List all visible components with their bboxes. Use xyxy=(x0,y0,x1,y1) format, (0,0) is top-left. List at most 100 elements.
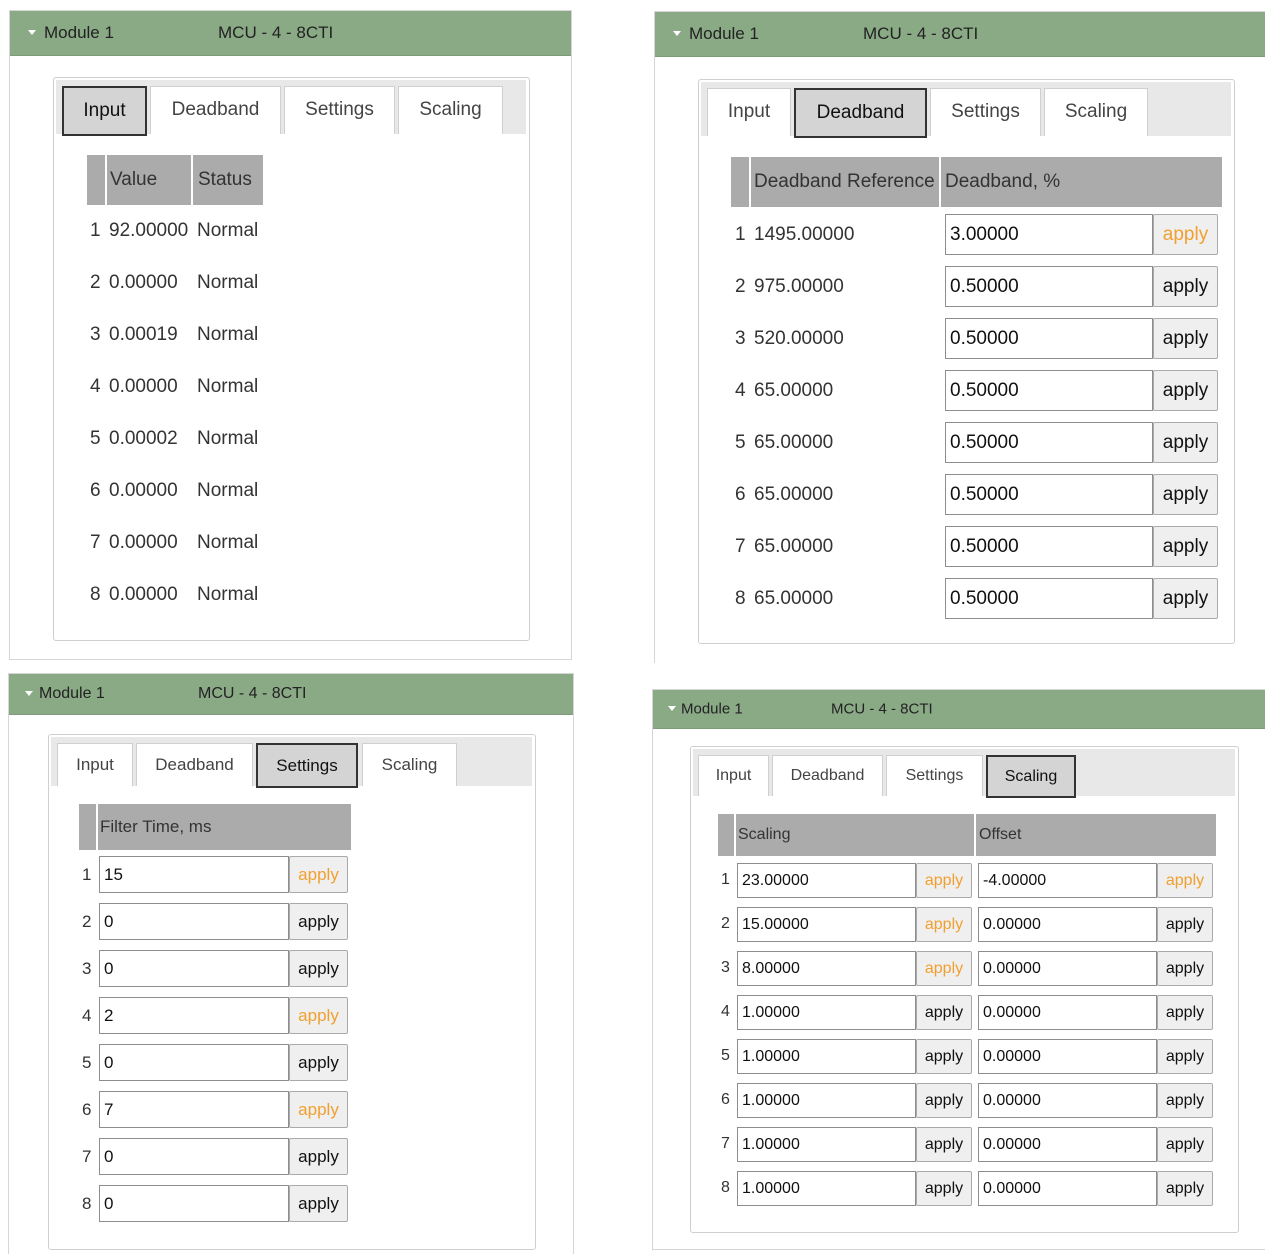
module-header[interactable]: Module 1 MCU - 4 - 8CTI xyxy=(653,690,1265,729)
tab-deadband[interactable]: Deadband xyxy=(150,86,281,134)
offset-input[interactable] xyxy=(978,907,1157,942)
scaling-input[interactable] xyxy=(737,863,916,898)
deadband-input[interactable] xyxy=(945,266,1153,307)
offset-apply-button[interactable]: apply xyxy=(1157,1127,1213,1162)
scaling-apply-button[interactable]: apply xyxy=(916,995,972,1030)
apply-button[interactable]: apply xyxy=(289,903,348,940)
scaling-input[interactable] xyxy=(737,1083,916,1118)
apply-button[interactable]: apply xyxy=(1153,526,1218,567)
offset-apply-button[interactable]: apply xyxy=(1157,863,1213,898)
scaling-input[interactable] xyxy=(737,1171,916,1206)
offset-input[interactable] xyxy=(978,863,1157,898)
scaling-input[interactable] xyxy=(737,1039,916,1074)
tab-settings[interactable]: Settings xyxy=(284,86,395,134)
tab-deadband[interactable]: Deadband xyxy=(136,743,253,786)
apply-button[interactable]: apply xyxy=(289,997,348,1034)
apply-button[interactable]: apply xyxy=(289,950,348,987)
caret-down-icon[interactable] xyxy=(668,706,676,711)
module-header[interactable]: Module 1 MCU - 4 - 8CTI xyxy=(10,11,571,56)
device-name: MCU - 4 - 8CTI xyxy=(863,24,979,43)
scaling-input[interactable] xyxy=(737,907,916,942)
offset-apply-button[interactable]: apply xyxy=(1157,951,1213,986)
deadband-input[interactable] xyxy=(945,422,1153,463)
scaling-input[interactable] xyxy=(737,1127,916,1162)
tab-deadband[interactable]: Deadband xyxy=(794,88,927,138)
filter-time-input[interactable] xyxy=(99,1091,289,1128)
row-number: 3 xyxy=(735,328,746,349)
scaling-apply-button[interactable]: apply xyxy=(916,951,972,986)
tab-settings[interactable]: Settings xyxy=(256,743,358,788)
scaling-apply-button[interactable]: apply xyxy=(916,1083,972,1118)
offset-input[interactable] xyxy=(978,1083,1157,1118)
device-name: MCU - 4 - 8CTI xyxy=(831,700,933,718)
offset-apply-button[interactable]: apply xyxy=(1157,995,1213,1030)
offset-input[interactable] xyxy=(978,995,1157,1030)
apply-button[interactable]: apply xyxy=(289,856,348,893)
tab-scaling[interactable]: Scaling xyxy=(1044,88,1148,136)
filter-time-input[interactable] xyxy=(99,1138,289,1175)
offset-apply-button[interactable]: apply xyxy=(1157,1083,1213,1118)
offset-input[interactable] xyxy=(978,951,1157,986)
filter-time-input[interactable] xyxy=(99,856,289,893)
scaling-apply-button[interactable]: apply xyxy=(916,907,972,942)
scaling-apply-button[interactable]: apply xyxy=(916,1039,972,1074)
row-status: Normal xyxy=(197,532,259,553)
apply-button[interactable]: apply xyxy=(289,1044,348,1081)
apply-button[interactable]: apply xyxy=(1153,214,1218,255)
offset-input[interactable] xyxy=(978,1039,1157,1074)
tab-input[interactable]: Input xyxy=(62,86,147,136)
tab-input[interactable]: Input xyxy=(707,88,791,136)
tab-input[interactable]: Input xyxy=(57,743,133,786)
apply-button[interactable]: apply xyxy=(289,1185,348,1222)
apply-button[interactable]: apply xyxy=(1153,578,1218,619)
table-row: 6 65.00000 apply xyxy=(731,471,1222,519)
scaling-apply-button[interactable]: apply xyxy=(916,1127,972,1162)
deadband-input[interactable] xyxy=(945,318,1153,359)
caret-down-icon[interactable] xyxy=(28,30,36,35)
filter-time-input[interactable] xyxy=(99,1044,289,1081)
row-number: 7 xyxy=(721,1135,730,1152)
column-header-scaling: Scaling xyxy=(738,826,791,843)
tab-deadband[interactable]: Deadband xyxy=(772,755,883,796)
tab-scaling[interactable]: Scaling xyxy=(362,743,457,786)
offset-apply-button[interactable]: apply xyxy=(1157,907,1213,942)
apply-button[interactable]: apply xyxy=(1153,266,1218,307)
tab-scaling[interactable]: Scaling xyxy=(986,755,1076,798)
scaling-apply-button[interactable]: apply xyxy=(916,863,972,898)
apply-button[interactable]: apply xyxy=(289,1138,348,1175)
deadband-input[interactable] xyxy=(945,578,1153,619)
tab-settings[interactable]: Settings xyxy=(930,88,1041,136)
tab-input[interactable]: Input xyxy=(698,755,769,796)
row-status: Normal xyxy=(197,272,259,293)
offset-input[interactable] xyxy=(978,1171,1157,1206)
apply-button[interactable]: apply xyxy=(1153,318,1218,359)
offset-input[interactable] xyxy=(978,1127,1157,1162)
apply-button[interactable]: apply xyxy=(1153,474,1218,515)
deadband-input[interactable] xyxy=(945,526,1153,567)
row-number: 4 xyxy=(90,376,101,397)
filter-time-input[interactable] xyxy=(99,950,289,987)
apply-button[interactable]: apply xyxy=(289,1091,348,1128)
module-panel-deadband: Module 1 MCU - 4 - 8CTI Input Deadband S… xyxy=(654,11,1265,663)
offset-apply-button[interactable]: apply xyxy=(1157,1171,1213,1206)
tab-settings[interactable]: Settings xyxy=(886,755,983,796)
module-header[interactable]: Module 1 MCU - 4 - 8CTI xyxy=(9,674,573,715)
apply-button[interactable]: apply xyxy=(1153,422,1218,463)
filter-time-input[interactable] xyxy=(99,903,289,940)
module-header[interactable]: Module 1 MCU - 4 - 8CTI xyxy=(655,12,1265,57)
caret-down-icon[interactable] xyxy=(673,31,681,36)
caret-down-icon[interactable] xyxy=(25,691,33,696)
filter-time-input[interactable] xyxy=(99,1185,289,1222)
filter-time-input[interactable] xyxy=(99,997,289,1034)
scaling-apply-button[interactable]: apply xyxy=(916,1171,972,1206)
row-reference: 975.00000 xyxy=(754,276,844,297)
scaling-input[interactable] xyxy=(737,995,916,1030)
scaling-input[interactable] xyxy=(737,951,916,986)
offset-apply-button[interactable]: apply xyxy=(1157,1039,1213,1074)
deadband-input[interactable] xyxy=(945,474,1153,515)
deadband-input[interactable] xyxy=(945,214,1153,255)
tab-scaling[interactable]: Scaling xyxy=(398,86,503,134)
deadband-input[interactable] xyxy=(945,370,1153,411)
row-value: 0.00019 xyxy=(109,324,178,345)
apply-button[interactable]: apply xyxy=(1153,370,1218,411)
